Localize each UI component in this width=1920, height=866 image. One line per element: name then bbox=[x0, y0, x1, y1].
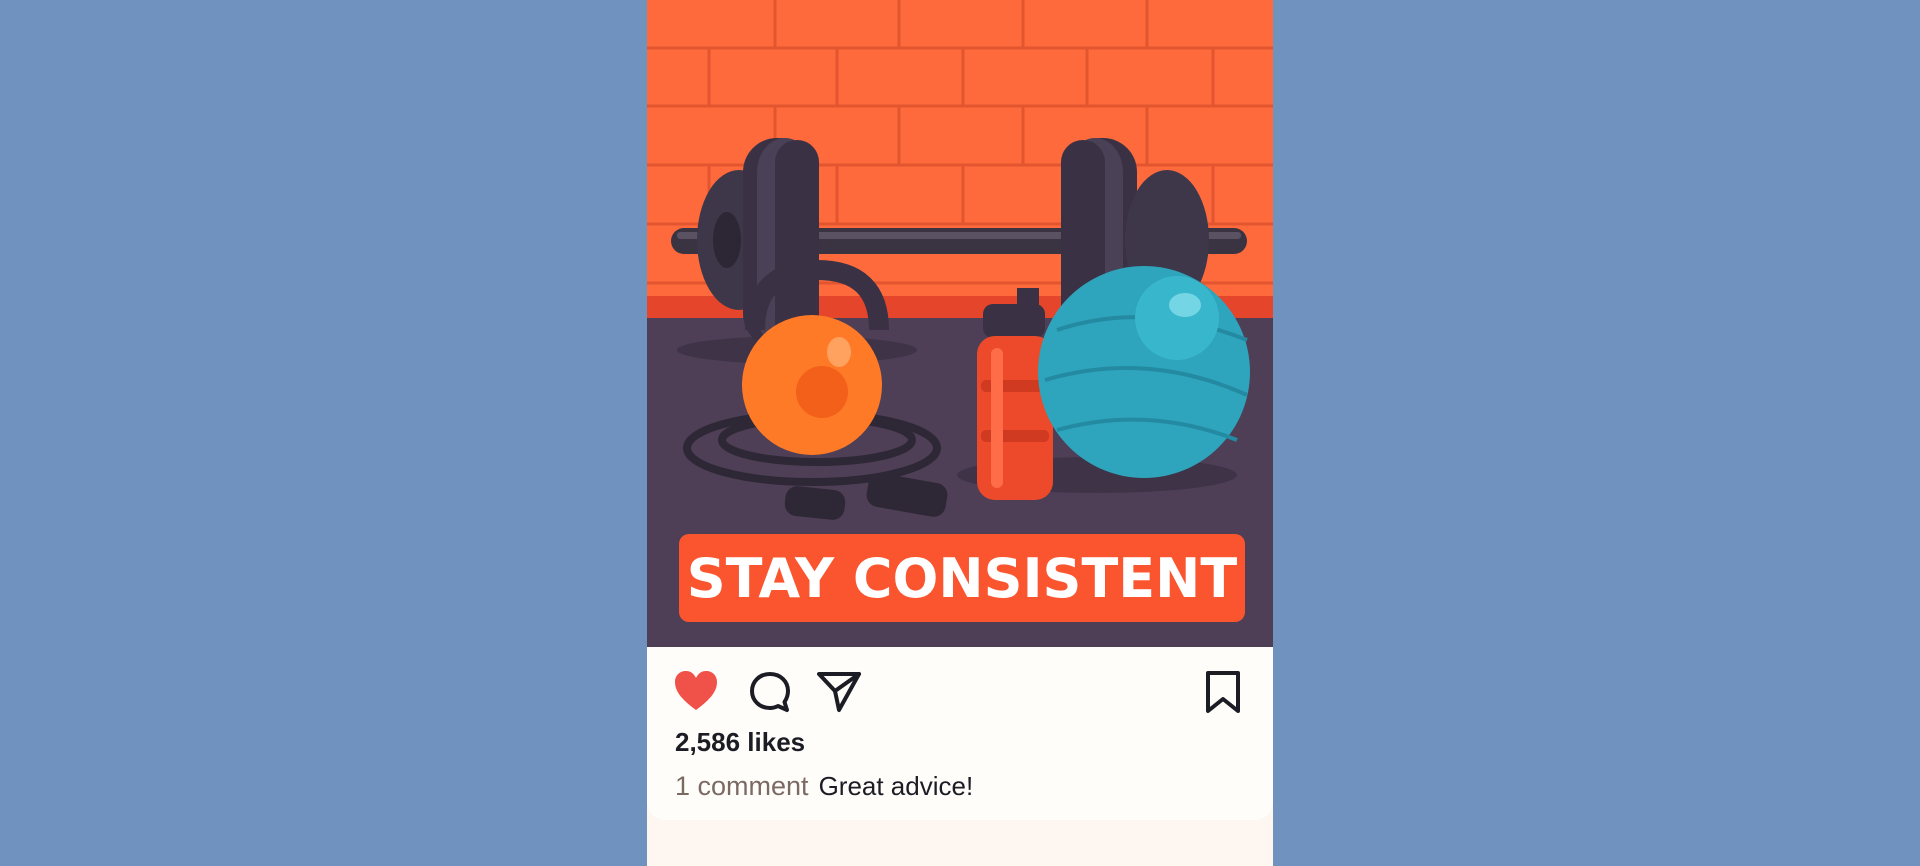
exercise-ball-icon bbox=[1038, 266, 1250, 478]
likes-count[interactable]: 2,586 likes bbox=[675, 727, 805, 758]
banner-text: STAY CONSISTENT bbox=[687, 547, 1238, 610]
comment-row: 1 comment Great advice! bbox=[675, 771, 973, 802]
comment-text: Great advice! bbox=[818, 771, 974, 801]
gym-illustration: STAY CONSISTENT bbox=[647, 0, 1273, 647]
post-card: STAY CONSISTENT 2,586 likes 1 comment Gr… bbox=[647, 0, 1273, 866]
paper-plane-icon[interactable] bbox=[815, 669, 863, 715]
post-image[interactable]: STAY CONSISTENT bbox=[647, 0, 1273, 647]
view-comments-link[interactable]: 1 comment bbox=[675, 771, 809, 801]
heart-icon[interactable] bbox=[673, 669, 719, 713]
action-bar: 2,586 likes 1 comment Great advice! bbox=[647, 647, 1273, 820]
speech-bubble-icon[interactable] bbox=[747, 669, 793, 715]
bookmark-icon[interactable] bbox=[1203, 669, 1243, 715]
